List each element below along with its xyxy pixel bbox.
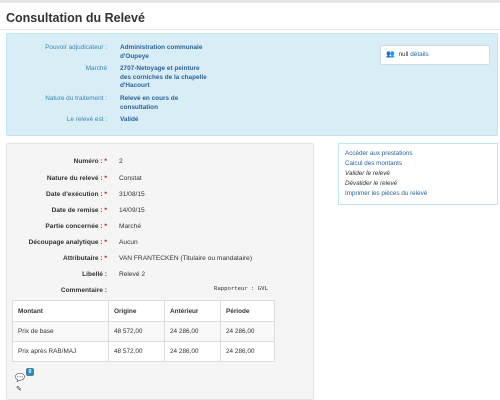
info-label-pouvoir: Pouvoir adjudicateur : — [45, 44, 107, 51]
field-value-partie: Marché — [119, 223, 141, 230]
table-cell: 48 572,00 — [108, 321, 165, 342]
comment-count-badge: 0 — [26, 368, 34, 376]
table-header: Période — [220, 300, 275, 322]
users-box: 👥 null détails — [380, 45, 490, 65]
info-label-nature: Nature du traitement : — [45, 95, 107, 102]
action-devalider-releve: Dévalider le relevé — [345, 180, 398, 187]
top-strip — [0, 0, 500, 3]
field-value-date-remise: 14/09/15 — [119, 207, 145, 214]
info-label-marche: Marché — [85, 65, 107, 72]
pencil-icon[interactable]: ✎ — [16, 385, 22, 393]
action-calcul-montants[interactable]: Calcul des montants — [345, 159, 402, 168]
field-value-libelle: Relevé 2 — [119, 271, 146, 278]
field-label-date-execution: Date d'exécution : * — [46, 191, 107, 198]
field-value-nature: Constat — [119, 175, 142, 182]
action-valider-releve: Valider le relevé — [345, 170, 390, 177]
field-label-nature: Nature du relevé : * — [46, 175, 107, 182]
title-divider — [0, 29, 500, 30]
action-acceder-prestations[interactable]: Accéder aux prestations — [345, 149, 413, 158]
action-imprimer-pieces[interactable]: Imprimer les pièces du relevé — [345, 189, 427, 198]
field-label-attributaire: Attributaire : * — [63, 255, 107, 262]
info-label-statut: Le relevé est : — [66, 116, 107, 123]
table-header: Antérieur — [164, 300, 221, 322]
field-value-attributaire: VAN FRANTECKEN (Titulaire ou mandataire) — [119, 255, 253, 262]
comment-icon[interactable]: 💬 — [15, 373, 25, 382]
info-panel: Pouvoir adjudicateur : Administration co… — [6, 33, 498, 136]
table-row: Prix de base 48 572,00 24 286,00 24 286,… — [12, 321, 275, 342]
field-value-date-execution: 31/08/15 — [119, 191, 145, 198]
field-value-numero: 2 — [119, 158, 123, 165]
table-header: Montant — [12, 300, 109, 322]
field-label-libelle: Libellé : — [82, 271, 107, 278]
info-value-marche[interactable]: 2707-Netoyage et peinture des corniches … — [120, 65, 225, 91]
users-icon: 👥 — [386, 51, 395, 58]
field-label-partie: Partie concernée : * — [45, 223, 107, 230]
amounts-table: Montant Origine Antérieur Période Prix d… — [12, 300, 275, 362]
table-cell: 24 286,00 — [164, 321, 221, 342]
table-header: Origine — [108, 300, 165, 322]
table-cell: 24 286,00 — [220, 341, 275, 362]
info-value-pouvoir[interactable]: Administration communale d'Oupeye — [120, 44, 225, 61]
table-cell: 24 286,00 — [164, 341, 221, 362]
info-value-nature: Relevé en cours de consultation — [120, 95, 179, 111]
users-count: null — [398, 51, 409, 58]
actions-panel: Accéder aux prestations Calcul des monta… — [338, 143, 498, 205]
table-cell: 24 286,00 — [220, 321, 275, 342]
table-cell: Prix après RAB/MAJ — [12, 341, 109, 362]
table-row: Prix après RAB/MAJ 48 572,00 24 286,00 2… — [12, 341, 275, 362]
field-label-numero: Numéro : * — [73, 158, 107, 165]
details-link[interactable]: détails — [410, 51, 428, 58]
table-header-row: Montant Origine Antérieur Période — [12, 300, 275, 322]
rapporteur-text: Rapporteur : GVL — [214, 286, 268, 292]
info-value-statut: Validé — [120, 116, 139, 123]
field-label-commentaire: Commentaire : — [60, 287, 107, 294]
field-label-decoupage: Découpage analytique : * — [28, 239, 107, 246]
page-title: Consultation du Relevé — [6, 11, 145, 25]
table-cell: 48 572,00 — [108, 341, 165, 362]
table-cell: Prix de base — [12, 321, 109, 342]
field-label-date-remise: Date de remise : * — [51, 207, 107, 214]
field-value-decoupage: Aucun — [119, 239, 138, 246]
